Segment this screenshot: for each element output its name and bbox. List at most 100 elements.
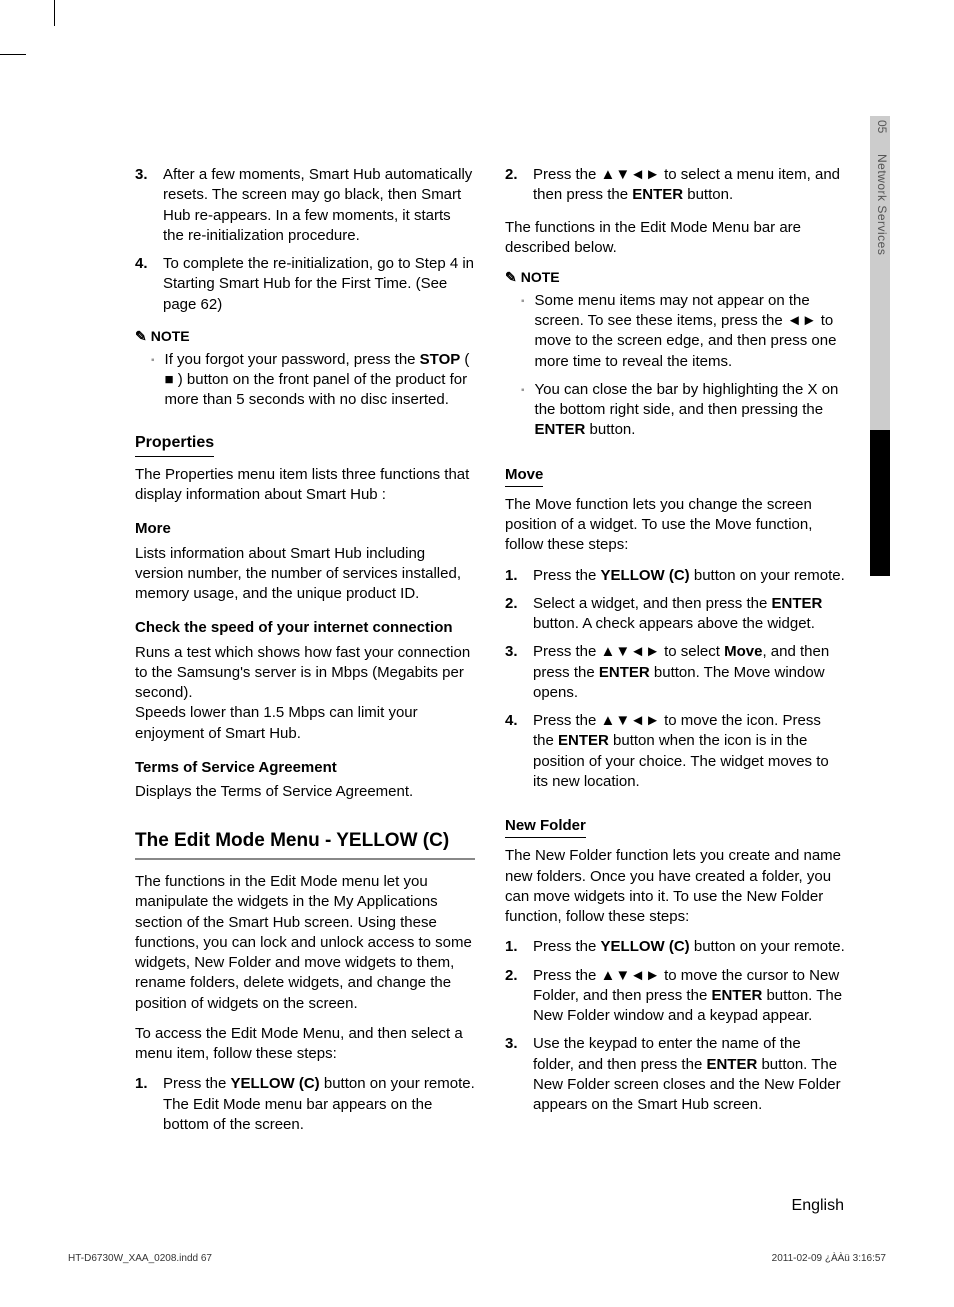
step-number: 1.: [505, 566, 533, 586]
step-number: 4.: [505, 711, 533, 792]
text-bold: ENTER: [706, 1056, 757, 1073]
side-black-marker: [870, 430, 890, 576]
text: Press the: [533, 567, 601, 584]
edit-steps-cont: 2. Press the ▲▼◄► to select a menu item,…: [505, 165, 845, 206]
step-number: 2.: [505, 966, 533, 1027]
text: button on your remote.: [690, 567, 845, 584]
step-text: After a few moments, Smart Hub automatic…: [163, 165, 475, 246]
speed-heading: Check the speed of your internet connect…: [135, 618, 475, 638]
text-bold: ENTER: [558, 732, 609, 749]
note-icon: ✎: [505, 268, 517, 287]
list-item: 2. Select a widget, and then press the E…: [505, 594, 845, 635]
move-body: The Move function lets you change the sc…: [505, 495, 845, 556]
step-number: 2.: [505, 165, 533, 206]
note-list: If you forgot your password, press the S…: [135, 350, 475, 411]
note-item: If you forgot your password, press the S…: [135, 350, 475, 411]
list-item: 4. To complete the re-initialization, go…: [135, 254, 475, 315]
list-item: 1. Press the YELLOW (C) button on your r…: [505, 937, 845, 957]
crop-mark: [54, 0, 55, 26]
text: button. A check appears above the widget…: [533, 615, 815, 632]
text-bold: ENTER: [535, 421, 586, 438]
step-number: 3.: [505, 642, 533, 703]
note-list: Some menu items may not appear on the sc…: [505, 291, 845, 441]
list-item: 1. Press the YELLOW (C) button on your r…: [135, 1074, 475, 1135]
list-item: 3. After a few moments, Smart Hub automa…: [135, 165, 475, 246]
reset-steps: 3. After a few moments, Smart Hub automa…: [135, 165, 475, 315]
step-text: Press the YELLOW (C) button on your remo…: [533, 566, 845, 586]
step-text: Use the keypad to enter the name of the …: [533, 1034, 845, 1115]
step-number: 3.: [505, 1034, 533, 1115]
new-folder-steps: 1. Press the YELLOW (C) button on your r…: [505, 937, 845, 1115]
step-number: 1.: [505, 937, 533, 957]
step-number: 4.: [135, 254, 163, 315]
text: Press the ▲▼◄► to select: [533, 643, 724, 660]
page: 05 Network Services 3. After a few momen…: [0, 0, 954, 1307]
section-label: Network Services: [870, 154, 890, 255]
tos-heading: Terms of Service Agreement: [135, 758, 475, 778]
text: Select a widget, and then press the: [533, 595, 771, 612]
list-item: 4. Press the ▲▼◄► to move the icon. Pres…: [505, 711, 845, 792]
crop-mark: [0, 54, 26, 55]
edit-steps: 1. Press the YELLOW (C) button on your r…: [135, 1074, 475, 1135]
section-number: 05: [870, 120, 890, 133]
text-bold: ENTER: [599, 664, 650, 681]
step-text: Select a widget, and then press the ENTE…: [533, 594, 845, 635]
step-text: Press the YELLOW (C) button on your remo…: [533, 937, 845, 957]
step-number: 2.: [505, 594, 533, 635]
text: If you forgot your password, press the: [165, 351, 420, 368]
text-bold: Move: [724, 643, 762, 660]
text-bold: YELLOW (C): [601, 938, 690, 955]
note-text: If you forgot your password, press the S…: [165, 350, 475, 411]
list-item: 2. Press the ▲▼◄► to move the cursor to …: [505, 966, 845, 1027]
text: button.: [585, 421, 635, 438]
text: Press the: [163, 1075, 231, 1092]
note-icon: ✎: [135, 327, 147, 346]
text: Press the: [533, 938, 601, 955]
edit-mode-heading: The Edit Mode Menu - YELLOW (C): [135, 828, 475, 860]
speed-body-2: Speeds lower than 1.5 Mbps can limit you…: [135, 703, 475, 744]
step-text: Press the ▲▼◄► to move the icon. Press t…: [533, 711, 845, 792]
right-column: 2. Press the ▲▼◄► to select a menu item,…: [505, 165, 845, 1147]
list-item: 3. Press the ▲▼◄► to select Move, and th…: [505, 642, 845, 703]
list-item: 1. Press the YELLOW (C) button on your r…: [505, 566, 845, 586]
step-text: Press the ▲▼◄► to move the cursor to New…: [533, 966, 845, 1027]
indd-filename: HT-D6730W_XAA_0208.indd 67: [68, 1252, 212, 1266]
left-column: 3. After a few moments, Smart Hub automa…: [135, 165, 475, 1147]
note-item: You can close the bar by highlighting th…: [505, 380, 845, 441]
move-heading: Move: [505, 465, 543, 487]
text-bold: ENTER: [771, 595, 822, 612]
text-bold: ENTER: [711, 987, 762, 1004]
text: button on your remote.: [690, 938, 845, 955]
edit-intro: The functions in the Edit Mode Menu bar …: [505, 218, 845, 259]
text-bold: YELLOW (C): [601, 567, 690, 584]
step-text: Press the YELLOW (C) button on your remo…: [163, 1074, 475, 1135]
note-heading: ✎ NOTE: [505, 268, 845, 287]
text-bold: YELLOW (C): [231, 1075, 320, 1092]
text-bold: ENTER: [632, 186, 683, 203]
note-label: NOTE: [151, 327, 190, 346]
text: button.: [683, 186, 733, 203]
tos-body: Displays the Terms of Service Agreement.: [135, 782, 475, 802]
more-body: Lists information about Smart Hub includ…: [135, 544, 475, 605]
edit-body-1: The functions in the Edit Mode menu let …: [135, 872, 475, 1014]
step-text: To complete the re-initialization, go to…: [163, 254, 475, 315]
speed-body-1: Runs a test which shows how fast your co…: [135, 643, 475, 704]
list-item: 2. Press the ▲▼◄► to select a menu item,…: [505, 165, 845, 206]
step-text: Press the ▲▼◄► to select Move, and then …: [533, 642, 845, 703]
list-item: 3. Use the keypad to enter the name of t…: [505, 1034, 845, 1115]
properties-body: The Properties menu item lists three fun…: [135, 465, 475, 506]
more-heading: More: [135, 519, 475, 539]
text-bold: STOP: [420, 351, 461, 368]
note-heading: ✎ NOTE: [135, 327, 475, 346]
step-text: Press the ▲▼◄► to select a menu item, an…: [533, 165, 845, 206]
edit-body-2: To access the Edit Mode Menu, and then s…: [135, 1024, 475, 1065]
step-number: 3.: [135, 165, 163, 246]
text: You can close the bar by highlighting th…: [535, 381, 839, 418]
note-text: Some menu items may not appear on the sc…: [535, 291, 845, 372]
note-label: NOTE: [521, 268, 560, 287]
step-number: 1.: [135, 1074, 163, 1135]
timestamp: 2011-02-09 ¿ÀÀü 3:16:57: [772, 1252, 886, 1266]
content: 3. After a few moments, Smart Hub automa…: [135, 165, 845, 1147]
note-text: You can close the bar by highlighting th…: [535, 380, 845, 441]
move-steps: 1. Press the YELLOW (C) button on your r…: [505, 566, 845, 793]
